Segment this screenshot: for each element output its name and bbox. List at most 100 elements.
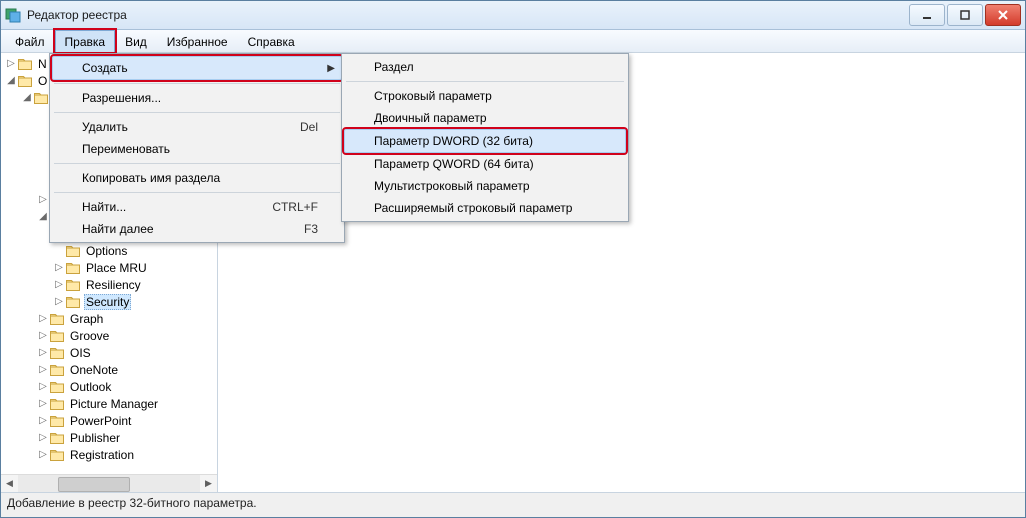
tree-expander-icon[interactable]: ▷ <box>37 450 49 460</box>
edit-menu-delete[interactable]: Удалить Del <box>52 116 342 138</box>
tree-node[interactable]: ▷ Registration <box>1 446 217 463</box>
menu-shortcut: Del <box>300 120 318 134</box>
menu-separator <box>54 112 340 113</box>
tree-node[interactable]: ▷ PowerPoint <box>1 412 217 429</box>
menu-item-label: Найти... <box>82 200 126 214</box>
scroll-track[interactable] <box>18 475 200 492</box>
tree-node[interactable]: ▷ Graph <box>1 310 217 327</box>
tree-node[interactable]: ▷Security <box>1 293 217 310</box>
tree-node[interactable]: ▷Place MRU <box>1 259 217 276</box>
folder-icon <box>65 277 81 293</box>
tree-node[interactable]: ▷Outlook <box>1 378 217 395</box>
close-button[interactable] <box>985 4 1021 26</box>
titlebar: Редактор реестра <box>1 1 1025 30</box>
menu-shortcut: CTRL+F <box>272 200 318 214</box>
tree-expander-icon[interactable]: ▷ <box>37 382 49 392</box>
create-key[interactable]: Раздел <box>344 56 626 78</box>
tree-node-label: Publisher <box>68 431 122 445</box>
menu-item-label: Найти далее <box>82 222 154 236</box>
window: Редактор реестра Файл Правка Вид Избранн… <box>0 0 1026 518</box>
create-multistring[interactable]: Мультистроковый параметр <box>344 175 626 197</box>
tree-expander-icon[interactable]: ▷ <box>37 348 49 358</box>
tree-expander-icon[interactable]: ▷ <box>53 297 65 307</box>
submenu-arrow-icon: ▶ <box>327 63 335 74</box>
create-qword[interactable]: Параметр QWORD (64 бита) <box>344 153 626 175</box>
folder-icon <box>49 379 65 395</box>
tree-node[interactable]: ▷OneNote <box>1 361 217 378</box>
menu-item-label: Разрешения... <box>82 91 161 105</box>
statusbar: Добавление в реестр 32-битного параметра… <box>1 492 1025 517</box>
tree-node-label: Picture Manager <box>68 397 160 411</box>
window-title: Редактор реестра <box>27 8 907 22</box>
create-string[interactable]: Строковый параметр <box>344 85 626 107</box>
edit-menu-permissions[interactable]: Разрешения... <box>52 87 342 109</box>
folder-icon <box>17 56 33 72</box>
menu-shortcut: F3 <box>304 222 318 236</box>
tree-node-label: Graph <box>68 312 105 326</box>
tree-expander-icon[interactable]: ◢ <box>21 93 33 103</box>
tree-expander-icon[interactable]: ▷ <box>37 195 49 205</box>
edit-menu-create[interactable]: Создать ▶ <box>52 56 342 80</box>
tree-expander-icon[interactable]: ▷ <box>37 314 49 324</box>
scroll-thumb[interactable] <box>58 477 130 492</box>
menu-favorites[interactable]: Избранное <box>157 30 238 52</box>
folder-icon <box>49 430 65 446</box>
menu-edit[interactable]: Правка <box>55 30 116 52</box>
menu-item-label: Мультистроковый параметр <box>374 179 530 193</box>
tree-expander-icon[interactable]: ▷ <box>53 280 65 290</box>
folder-icon <box>49 396 65 412</box>
menu-item-label: Раздел <box>374 60 414 74</box>
tree-expander-icon[interactable]: ◢ <box>5 76 17 86</box>
tree-node-label: Options <box>84 244 129 258</box>
tree-node-label: PowerPoint <box>68 414 133 428</box>
tree-node-label: N <box>36 57 49 71</box>
scroll-right-button[interactable]: ▶ <box>200 475 217 492</box>
folder-icon <box>65 294 81 310</box>
folder-icon <box>49 345 65 361</box>
folder-icon <box>49 447 65 463</box>
tree-expander-icon[interactable]: ▷ <box>37 365 49 375</box>
menu-item-label: Удалить <box>82 120 128 134</box>
menu-separator <box>54 192 340 193</box>
edit-menu-rename[interactable]: Переименовать <box>52 138 342 160</box>
tree-node[interactable]: ▷ Picture Manager <box>1 395 217 412</box>
tree-node[interactable]: ▷ Publisher <box>1 429 217 446</box>
menu-help[interactable]: Справка <box>238 30 305 52</box>
tree-node-label: Groove <box>68 329 111 343</box>
tree-node[interactable]: ▷Resiliency <box>1 276 217 293</box>
tree-expander-icon[interactable]: ▷ <box>37 416 49 426</box>
edit-menu-find-next[interactable]: Найти далее F3 <box>52 218 342 240</box>
tree-node[interactable]: ▷OIS <box>1 344 217 361</box>
maximize-button[interactable] <box>947 4 983 26</box>
tree-expander-icon[interactable]: ▷ <box>5 59 17 69</box>
edit-menu-find[interactable]: Найти... CTRL+F <box>52 196 342 218</box>
folder-icon <box>65 243 81 259</box>
tree-node[interactable]: ▷Options <box>1 242 217 259</box>
scroll-left-button[interactable]: ◀ <box>1 475 18 492</box>
folder-icon <box>49 413 65 429</box>
folder-icon <box>65 260 81 276</box>
tree-expander-icon[interactable]: ◢ <box>37 212 49 222</box>
tree-expander-icon[interactable]: ▷ <box>37 331 49 341</box>
menu-item-label: Расширяемый строковый параметр <box>374 201 572 215</box>
folder-icon <box>49 311 65 327</box>
menu-item-label: Копировать имя раздела <box>82 171 220 185</box>
tree-expander-icon[interactable]: ▷ <box>37 433 49 443</box>
tree-node[interactable]: ▷ Groove <box>1 327 217 344</box>
create-expand-string[interactable]: Расширяемый строковый параметр <box>344 197 626 219</box>
create-binary[interactable]: Двоичный параметр <box>344 107 626 129</box>
tree-node-label: Registration <box>68 448 136 462</box>
create-dword[interactable]: Параметр DWORD (32 бита) <box>344 129 626 153</box>
menu-view[interactable]: Вид <box>115 30 157 52</box>
menu-item-label: Строковый параметр <box>374 89 492 103</box>
edit-menu-dropdown: Создать ▶ Разрешения... Удалить Del Пере… <box>49 53 345 243</box>
h-scrollbar[interactable]: ◀ ▶ <box>1 474 217 492</box>
edit-menu-copy-key-name[interactable]: Копировать имя раздела <box>52 167 342 189</box>
menu-file[interactable]: Файл <box>5 30 55 52</box>
menu-item-label: Переименовать <box>82 142 170 156</box>
minimize-button[interactable] <box>909 4 945 26</box>
tree-expander-icon[interactable]: ▷ <box>53 263 65 273</box>
menu-separator <box>54 83 340 84</box>
tree-expander-icon[interactable]: ▷ <box>37 399 49 409</box>
menu-item-label: Параметр DWORD (32 бита) <box>374 134 533 148</box>
